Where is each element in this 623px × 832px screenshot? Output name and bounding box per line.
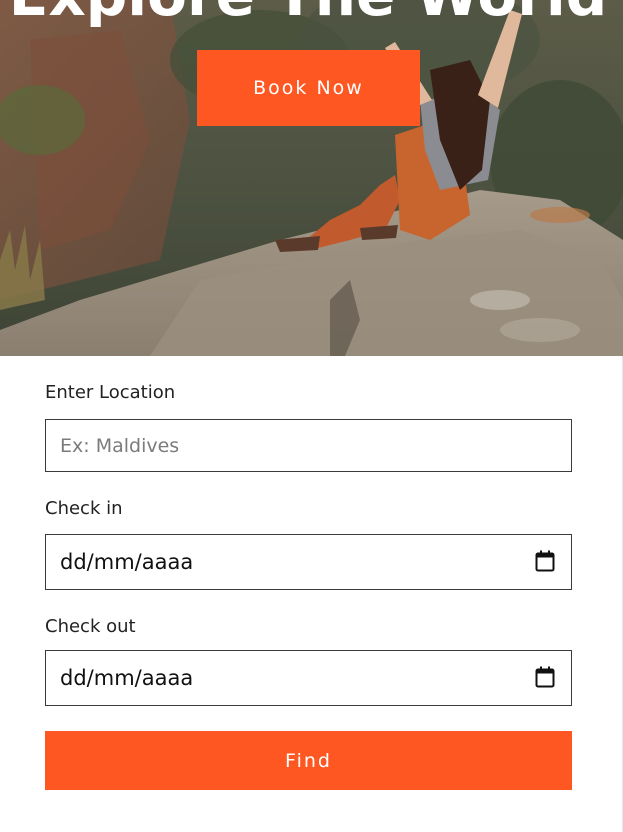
check-out-label: Check out — [45, 616, 136, 637]
check-in-date-field[interactable]: dd/mm/aaaa — [45, 534, 572, 590]
page: Explore The World Book Now Enter Locatio… — [0, 0, 623, 832]
check-out-date-field[interactable]: dd/mm/aaaa — [45, 650, 572, 706]
calendar-icon[interactable] — [535, 666, 555, 688]
hero-section: Explore The World Book Now — [0, 0, 623, 356]
check-in-date-value: dd/mm/aaaa — [60, 550, 194, 574]
location-label: Enter Location — [45, 382, 176, 403]
check-in-label: Check in — [45, 498, 123, 519]
find-button[interactable]: Find — [45, 731, 572, 790]
location-input[interactable] — [45, 419, 572, 472]
calendar-icon[interactable] — [535, 550, 555, 572]
check-out-date-value: dd/mm/aaaa — [60, 666, 194, 690]
book-now-button[interactable]: Book Now — [197, 50, 420, 126]
hero-title: Explore The World — [0, 0, 616, 24]
